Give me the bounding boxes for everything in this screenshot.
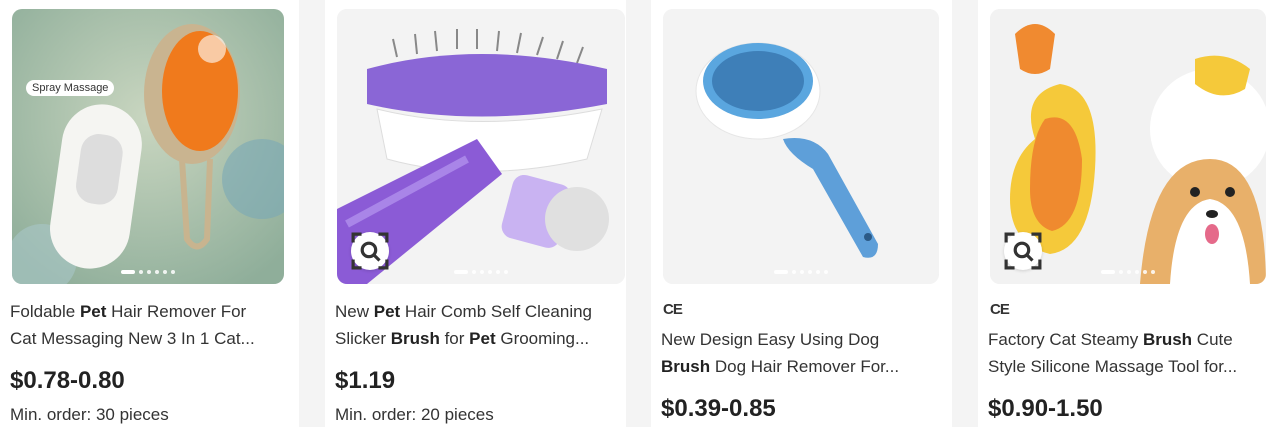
min-order-1: Min. order: 30 pieces <box>10 405 169 424</box>
ce-mark-icon: CE <box>663 301 683 318</box>
product-image-3[interactable] <box>663 9 939 284</box>
carousel-dots[interactable] <box>121 270 175 274</box>
product-card-2[interactable]: New Pet Hair Comb Self Cleaning Slicker … <box>325 0 626 427</box>
product-price-1: $0.78-0.80 <box>10 367 125 394</box>
product-card-1[interactable]: Spray Massage Foldable Pet Hair Remover … <box>0 0 299 427</box>
visual-search-icon <box>1004 232 1042 270</box>
carousel-dots[interactable] <box>454 270 508 274</box>
product-title-2[interactable]: New Pet Hair Comb Self Cleaning Slicker … <box>335 298 615 352</box>
product-title-3[interactable]: New Design Easy Using Dog Brush Dog Hair… <box>661 326 926 380</box>
min-order-2: Min. order: 20 pieces <box>335 405 494 424</box>
visual-search-button[interactable] <box>1004 232 1042 270</box>
title-line-1: Foldable Pet Hair Remover For <box>10 302 247 321</box>
product-image-4[interactable] <box>990 9 1266 284</box>
product-title-1[interactable]: Foldable Pet Hair Remover For Cat Messag… <box>10 298 275 352</box>
product-price-2: $1.19 <box>335 367 396 394</box>
product-card-3[interactable]: CE New Design Easy Using Dog Brush Dog H… <box>651 0 952 427</box>
visual-search-button[interactable] <box>351 232 389 270</box>
carousel-dots[interactable] <box>1101 270 1155 274</box>
product-price-4: $0.90-1.50 <box>988 395 1103 422</box>
spray-massage-badge: Spray Massage <box>26 80 115 96</box>
title-line-2: Cat Messaging New 3 In 1 Cat... <box>10 329 255 348</box>
carousel-dots[interactable] <box>774 270 828 274</box>
ce-mark-icon: CE <box>990 301 1010 318</box>
product-image-2[interactable] <box>337 9 625 284</box>
product-photo-spray-brush <box>12 9 284 284</box>
product-photo-dog-brush <box>663 9 939 284</box>
visual-search-icon <box>351 232 389 270</box>
product-image-1[interactable]: Spray Massage <box>12 9 284 284</box>
product-grid: Spray Massage Foldable Pet Hair Remover … <box>0 0 1280 427</box>
product-title-4[interactable]: Factory Cat Steamy Brush Cute Style Sili… <box>988 326 1253 380</box>
product-price-3: $0.39-0.85 <box>661 395 776 422</box>
product-card-4[interactable]: CE Factory Cat Steamy Brush Cute Style S… <box>978 0 1280 427</box>
